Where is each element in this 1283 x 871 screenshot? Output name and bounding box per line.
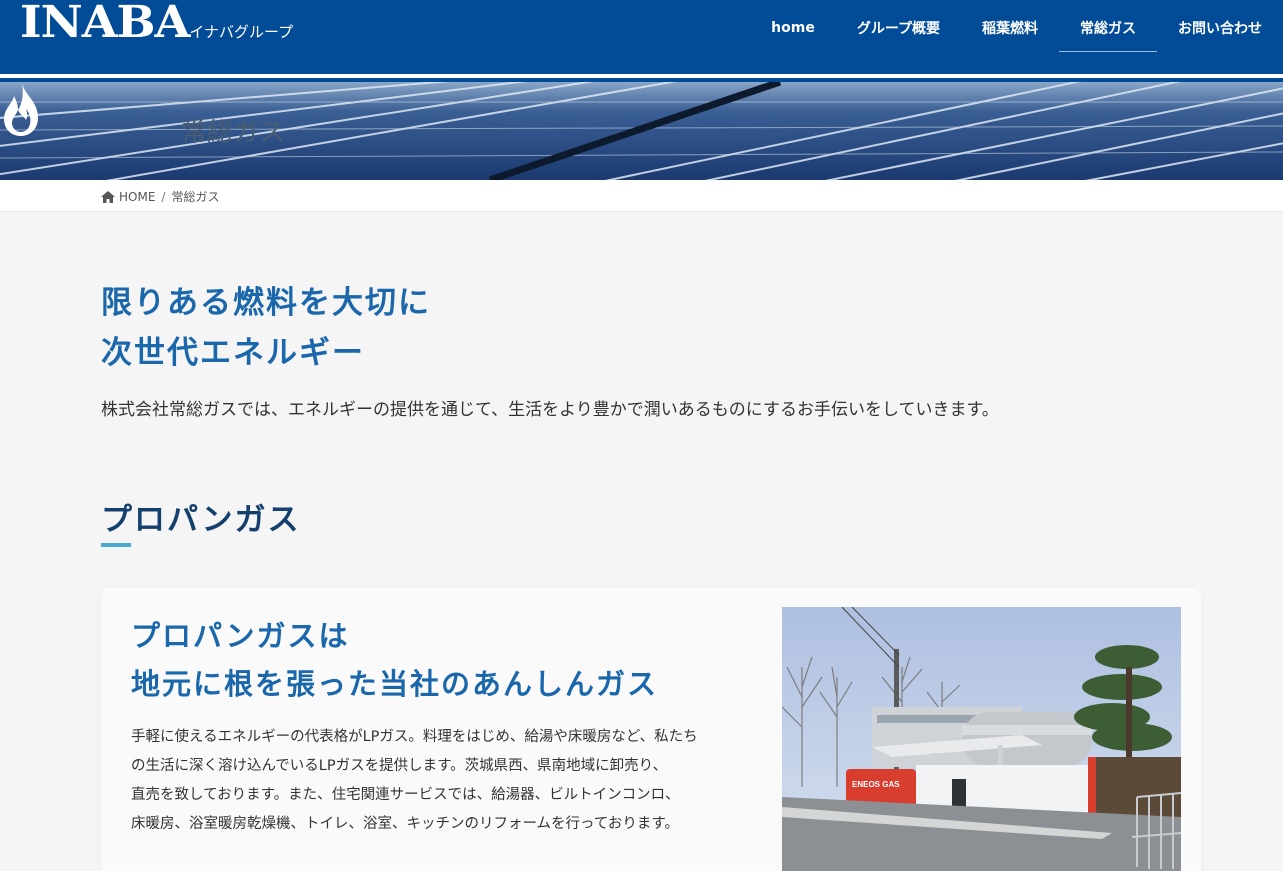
intro-title-line1: 限りある燃料を大切に bbox=[101, 285, 431, 321]
section-heading-propane: プロパンガス bbox=[101, 502, 301, 538]
gas-station-photo: ENEOS GAS bbox=[782, 607, 1181, 871]
nav-item-home[interactable]: home bbox=[750, 0, 836, 56]
nav-item-group-overview[interactable]: グループ概要 bbox=[836, 0, 961, 56]
section-heading-underline bbox=[101, 543, 131, 547]
intro-title-line2: 次世代エネルギー bbox=[101, 335, 365, 371]
card-title-line2: 地元に根を張った当社のあんしんガス bbox=[131, 667, 659, 701]
card-text-line: 直売を致しております。また、住宅関連サービスでは、給湯器、ビルトインコンロ、 bbox=[131, 787, 680, 803]
flame-icon bbox=[4, 84, 38, 136]
gas-station-illustration: ENEOS GAS bbox=[782, 607, 1181, 871]
card-text-line: 手軽に使えるエネルギーの代表格がLPガス。料理をはじめ、給湯や床暖房など、私たち bbox=[131, 729, 698, 745]
breadcrumb-bar: HOME / 常総ガス bbox=[0, 180, 1283, 212]
breadcrumb-separator: / bbox=[161, 189, 166, 204]
breadcrumb-current: 常総ガス bbox=[171, 190, 220, 204]
main-nav: home グループ概要 稲葉燃料 常総ガス お問い合わせ bbox=[750, 0, 1283, 56]
card-text-line: 床暖房、浴室暖房乾燥機、トイレ、浴室、キッチンのリフォームを行っております。 bbox=[131, 816, 679, 832]
nav-item-contact[interactable]: お問い合わせ bbox=[1157, 0, 1283, 56]
logo-wordmark: INABA bbox=[20, 0, 190, 48]
card-text: 手軽に使えるエネルギーの代表格がLPガス。料理をはじめ、給湯や床暖房など、私たち… bbox=[131, 723, 746, 839]
banner-title: 常総ガス bbox=[181, 118, 286, 148]
site-header: INABA イナバグループ home グループ概要 稲葉燃料 常総ガス お問い合… bbox=[0, 0, 1283, 74]
nav-item-joso-gas[interactable]: 常総ガス bbox=[1059, 0, 1157, 56]
home-icon bbox=[101, 190, 115, 203]
breadcrumb: HOME / 常総ガス bbox=[101, 188, 219, 205]
intro-title: 限りある燃料を大切に 次世代エネルギー bbox=[101, 278, 431, 378]
intro-text: 株式会社常総ガスでは、エネルギーの提供を通じて、生活をより豊かで潤いあるものにす… bbox=[101, 400, 999, 420]
card-title: プロパンガスは 地元に根を張った当社のあんしんガス bbox=[131, 612, 658, 708]
site-logo[interactable]: INABA イナバグループ bbox=[20, 0, 294, 48]
photo-sign-text: ENEOS GAS bbox=[852, 780, 900, 789]
card-text-line: の生活に深く溶け込んでいるLPガスを提供します。茨城県西、県南地域に卸売り、 bbox=[131, 758, 668, 774]
logo-subtitle: イナバグループ bbox=[189, 23, 294, 41]
page-banner: 常総ガス bbox=[0, 82, 1283, 180]
nav-item-inaba-fuel[interactable]: 稲葉燃料 bbox=[961, 0, 1059, 56]
breadcrumb-home-link[interactable]: HOME bbox=[119, 190, 155, 204]
card-title-line1: プロパンガスは bbox=[131, 619, 350, 653]
